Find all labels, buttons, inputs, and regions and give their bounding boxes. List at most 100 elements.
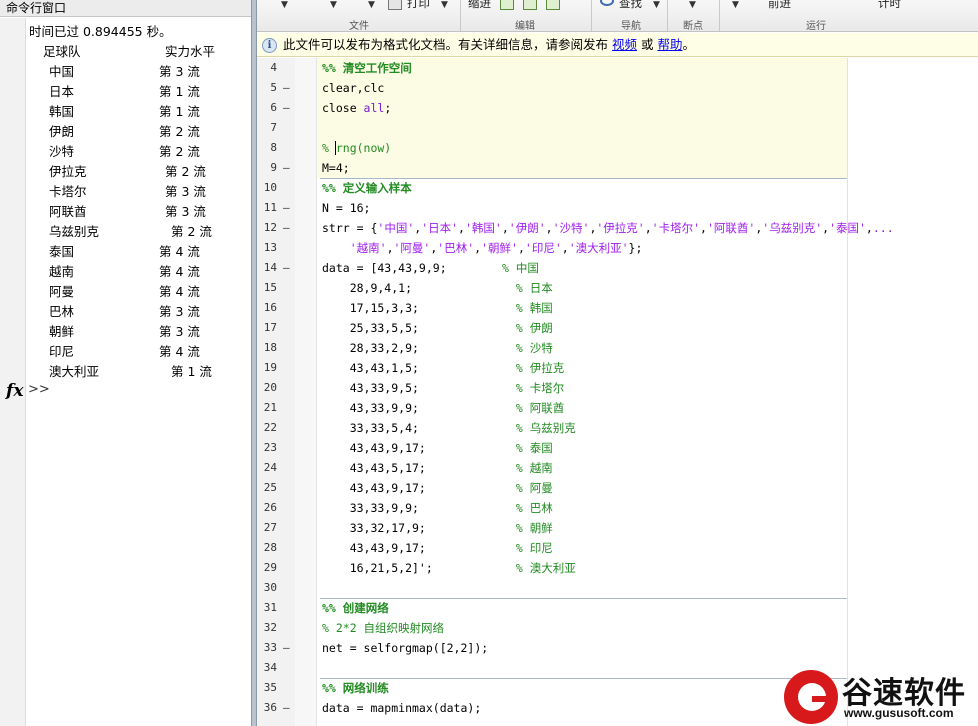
run-dropdown-icon[interactable]: ▼ [732, 0, 739, 10]
executable-marker[interactable]: – [283, 258, 293, 278]
line-number: 16 [263, 301, 277, 314]
code-text[interactable]: %% 网络训练 [322, 678, 389, 698]
code-text[interactable]: clear,clc [322, 78, 384, 98]
print-icon[interactable] [388, 0, 402, 10]
code-text[interactable]: data = [43,43,9,9; % 中国 [322, 258, 539, 278]
code-line[interactable]: 27 33,32,17,9; % 朝鲜 [257, 518, 978, 538]
executable-marker[interactable]: – [283, 78, 293, 98]
timing-button[interactable]: 计时 [878, 0, 901, 11]
code-line[interactable]: 14– data = [43,43,9,9; % 中国 [257, 258, 978, 278]
executable-marker[interactable]: – [283, 98, 293, 118]
code-line[interactable]: 9– M=4; [257, 158, 978, 178]
fx-icon[interactable]: fx [6, 381, 23, 401]
indent-button[interactable]: 缩进 [468, 0, 491, 11]
code-text[interactable]: % rng(now) [322, 138, 391, 158]
team-row: 阿曼 第 4 流 [29, 282, 251, 302]
executable-marker[interactable]: – [283, 218, 293, 238]
code-text[interactable]: %% 清空工作空间 [322, 58, 412, 78]
code-line[interactable]: 15 28,9,4,1; % 日本 [257, 278, 978, 298]
code-line[interactable]: 26 33,33,9,9; % 巴林 [257, 498, 978, 518]
code-line[interactable]: 4 %% 清空工作空间 [257, 58, 978, 78]
code-text[interactable]: 43,43,5,17; % 越南 [322, 458, 553, 478]
command-prompt[interactable]: >> [28, 382, 50, 397]
line-number: 34 [263, 661, 277, 674]
code-text[interactable]: '越南','阿曼','巴林','朝鲜','印尼','澳大利亚'}; [322, 238, 643, 258]
publish-info-bar: i 此文件可以发布为格式化文档。有关详细信息，请参阅发布 视频 或 帮助。 [257, 33, 978, 57]
code-line[interactable]: 13 '越南','阿曼','巴林','朝鲜','印尼','澳大利亚'}; [257, 238, 978, 258]
print-button[interactable]: 打印 [407, 0, 430, 11]
code-text[interactable]: net = selforgmap([2,2]); [322, 638, 488, 658]
code-line[interactable]: 5– clear,clc [257, 78, 978, 98]
code-line[interactable]: 29 16,21,5,2]'; % 澳大利亚 [257, 558, 978, 578]
code-line[interactable]: 21 43,33,9,9; % 阿联酋 [257, 398, 978, 418]
outdent-icon[interactable] [523, 0, 537, 10]
executable-marker[interactable]: – [283, 198, 293, 218]
find-dropdown-icon[interactable]: ▼ [653, 0, 660, 10]
code-line[interactable]: 32 % 2*2 自组织映射网络 [257, 618, 978, 638]
code-text[interactable]: 17,15,3,3; % 韩国 [322, 298, 553, 318]
code-text[interactable]: % 2*2 自组织映射网络 [322, 618, 444, 638]
code-text[interactable]: %% 定义输入样本 [322, 178, 412, 198]
smart-indent-icon[interactable] [546, 0, 560, 10]
watermark-url: www.gususoft.com [844, 706, 954, 720]
find-icon[interactable] [600, 0, 614, 6]
code-text[interactable]: close all; [322, 98, 391, 118]
print-dropdown-icon[interactable]: ▼ [441, 0, 448, 10]
code-line[interactable]: 31 %% 创建网络 [257, 598, 978, 618]
dropdown-arrow-icon[interactable]: ▼ [368, 0, 375, 10]
executable-marker[interactable]: – [283, 638, 293, 658]
code-line[interactable]: 24 43,43,5,17; % 越南 [257, 458, 978, 478]
line-number: 21 [263, 401, 277, 414]
code-text[interactable]: M=4; [322, 158, 350, 178]
code-text[interactable]: N = 16; [322, 198, 370, 218]
code-line[interactable]: 30 [257, 578, 978, 598]
line-number: 17 [263, 321, 277, 334]
executable-marker[interactable]: – [283, 158, 293, 178]
code-line[interactable]: 16 17,15,3,3; % 韩国 [257, 298, 978, 318]
code-text[interactable]: 28,9,4,1; % 日本 [322, 278, 553, 298]
code-line[interactable]: 7 [257, 118, 978, 138]
code-line[interactable]: 8 % rng(now) [257, 138, 978, 158]
indent-icon[interactable] [500, 0, 514, 10]
code-line[interactable]: 11– N = 16; [257, 198, 978, 218]
code-text[interactable]: 33,33,5,4; % 乌兹别克 [322, 418, 576, 438]
code-line[interactable]: 6– close all; [257, 98, 978, 118]
code-line[interactable]: 18 28,33,2,9; % 沙特 [257, 338, 978, 358]
code-text[interactable]: 33,32,17,9; % 朝鲜 [322, 518, 553, 538]
code-text[interactable]: data = mapminmax(data); [322, 698, 481, 718]
code-editor[interactable]: 4%% 清空工作空间 5– clear,clc 6– close all; 7 8% rng… [257, 58, 978, 726]
code-text[interactable]: 43,43,9,17; % 印尼 [322, 538, 553, 558]
dropdown-arrow-icon[interactable]: ▼ [281, 0, 288, 10]
code-line[interactable]: 22 33,33,5,4; % 乌兹别克 [257, 418, 978, 438]
code-text[interactable]: strr = {'中国','日本','韩国','伊朗','沙特','伊拉克','… [322, 218, 894, 238]
code-text[interactable]: 33,33,9,9; % 巴林 [322, 498, 553, 518]
code-text[interactable]: 43,43,9,17; % 泰国 [322, 438, 553, 458]
code-line[interactable]: 10 %% 定义输入样本 [257, 178, 978, 198]
command-window[interactable]: 命令行窗口 时间已过 0.894455 秒。 足球队 实力水平 中国第 3 流日… [0, 0, 251, 726]
code-line[interactable]: 25 43,43,9,17; % 阿曼 [257, 478, 978, 498]
code-text[interactable]: %% 创建网络 [322, 598, 389, 618]
dropdown-arrow-icon[interactable]: ▼ [330, 0, 337, 10]
code-line[interactable]: 17 25,33,5,5; % 伊朗 [257, 318, 978, 338]
code-text[interactable]: 43,43,1,5; % 伊拉克 [322, 358, 565, 378]
code-text[interactable]: 16,21,5,2]'; % 澳大利亚 [322, 558, 576, 578]
find-button[interactable]: 查找 [619, 0, 642, 11]
breakpoint-dropdown-icon[interactable]: ▼ [689, 0, 696, 10]
command-window-title: 命令行窗口 [0, 0, 251, 17]
code-line[interactable]: 23 43,43,9,17; % 泰国 [257, 438, 978, 458]
toolstrip-separator [667, 0, 668, 31]
code-line[interactable]: 33– net = selforgmap([2,2]); [257, 638, 978, 658]
forward-button[interactable]: 前进 [768, 0, 791, 11]
code-line[interactable]: 28 43,43,9,17; % 印尼 [257, 538, 978, 558]
code-line[interactable]: 20 43,33,9,5; % 卡塔尔 [257, 378, 978, 398]
help-link[interactable]: 帮助 [657, 37, 682, 52]
code-text[interactable]: 43,33,9,9; % 阿联酋 [322, 398, 565, 418]
code-line[interactable]: 19 43,43,1,5; % 伊拉克 [257, 358, 978, 378]
video-link[interactable]: 视频 [612, 37, 637, 52]
code-line[interactable]: 12– strr = {'中国','日本','韩国','伊朗','沙特','伊拉克… [257, 218, 978, 238]
code-text[interactable]: 25,33,5,5; % 伊朗 [322, 318, 553, 338]
code-text[interactable]: 43,43,9,17; % 阿曼 [322, 478, 553, 498]
code-text[interactable]: 43,33,9,5; % 卡塔尔 [322, 378, 565, 398]
executable-marker[interactable]: – [283, 698, 293, 718]
code-text[interactable]: 28,33,2,9; % 沙特 [322, 338, 553, 358]
